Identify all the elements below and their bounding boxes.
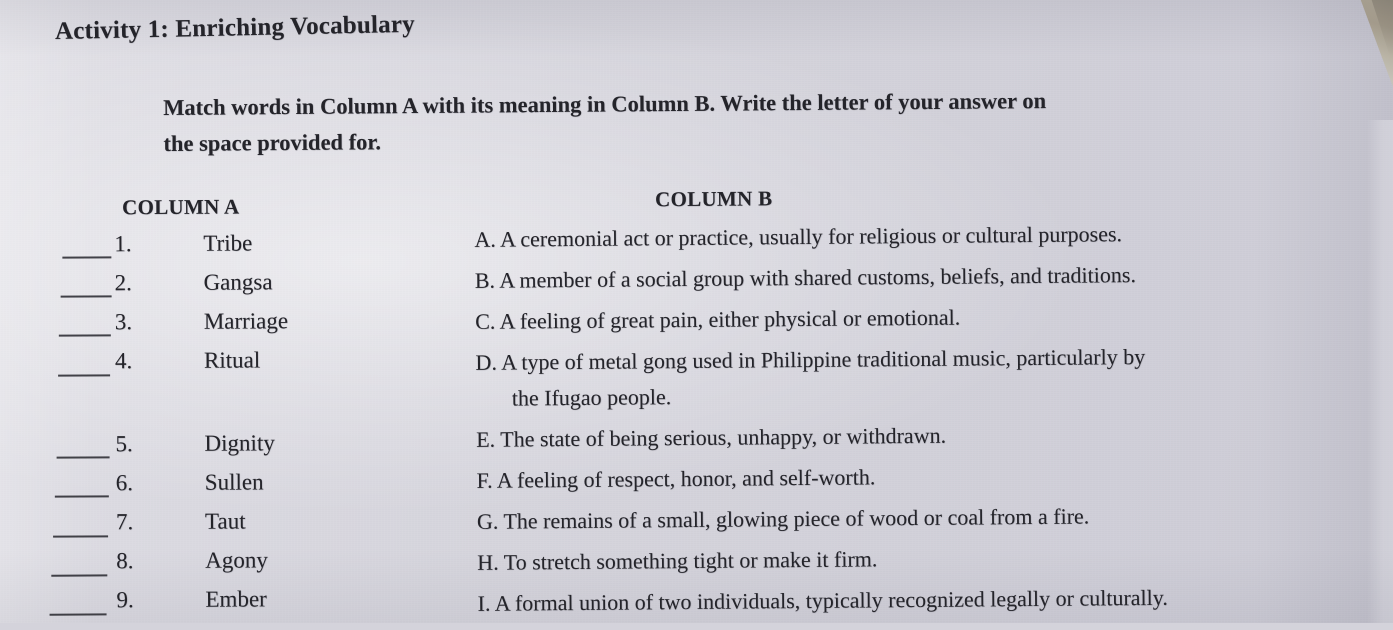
column-b-item: B. A member of a social group with share… (475, 255, 1390, 298)
vocabulary-word: Ritual (203, 347, 261, 373)
column-a-header: COLUMN A (121, 194, 240, 220)
definition-text: A feeling of respect, honor, and self-wo… (496, 463, 876, 493)
answer-blank-9[interactable] (49, 613, 107, 616)
column-a: COLUMN A 1. Tribe 2. Gangsa 3. Marriage 4. Ritu… (0, 193, 470, 616)
item-number: 4. (114, 348, 133, 374)
item-number: 7. (115, 509, 134, 535)
instructions-line-1: Match words in Column A with its meaning… (163, 88, 1047, 120)
item-number: 8. (116, 548, 134, 574)
definition-text: A formal union of two individuals, typic… (494, 584, 1168, 616)
item-number: 6. (115, 470, 134, 496)
answer-blank-1[interactable] (62, 256, 112, 259)
item-number: 1. (114, 231, 132, 257)
instructions-line-2: the space provided for. (163, 129, 382, 156)
column-b-item: I. A formal union of two individuals, ty… (477, 577, 1392, 620)
definition-text: The remains of a small, glowing piece of… (503, 503, 1090, 534)
column-a-item: 7. Taut (2, 507, 472, 549)
activity-heading: Activity 1: Enriching Vocabulary (54, 10, 416, 45)
definition-letter: G. (476, 508, 499, 534)
column-b: COLUMN B A. A ceremonial act or practice… (0, 181, 1393, 615)
item-number: 3. (114, 309, 133, 335)
column-a-list: 1. Tribe 2. Gangsa 3. Marriage 4. Ritual 5. Digni… (0, 229, 472, 627)
item-number: 5. (115, 431, 133, 457)
definition-letter: I. (477, 590, 491, 616)
definition-text: A feeling of great pain, either physical… (499, 304, 961, 334)
definition-text: A ceremonial act or practice, usually fo… (500, 221, 1123, 252)
column-a-item: 9. Ember (2, 585, 472, 627)
definition-letter: H. (477, 549, 499, 575)
answer-blank-7[interactable] (53, 535, 109, 538)
worksheet-content: Activity 1: Enriching Vocabulary Match w… (0, 0, 1393, 623)
definition-text: To stretch something tight or make it fi… (503, 545, 878, 575)
definition-text: A member of a social group with shared c… (499, 262, 1136, 293)
vocabulary-word: Gangsa (203, 269, 273, 295)
column-b-item: E. The state of being serious, unhappy, … (476, 413, 1391, 456)
definition-letter: C. (475, 308, 496, 334)
column-b-item: F. A feeling of respect, honor, and self… (476, 454, 1391, 497)
column-a-item: 4. Ritual (1, 346, 471, 388)
definition-letter: B. (474, 267, 496, 293)
column-a-item: 6. Sullen (2, 468, 472, 510)
item-number: 9. (116, 587, 134, 613)
definition-text: The state of being serious, unhappy, or … (500, 422, 947, 452)
column-a-item: 5. Dignity (1, 429, 471, 471)
vocabulary-word: Dignity (204, 430, 275, 456)
answer-blank-3[interactable] (58, 334, 111, 337)
vocabulary-word: Tribe (203, 230, 253, 256)
column-b-header: COLUMN B (654, 186, 773, 212)
column-b-item: D. A type of metal gong used in Philippi… (475, 337, 1391, 416)
vocabulary-word: Ember (205, 586, 267, 612)
column-b-item: A. A ceremonial act or practice, usually… (474, 214, 1389, 257)
definition-text: A type of metal gong used in Philippine … (501, 344, 1146, 375)
definition-letter: D. (475, 349, 497, 375)
vocabulary-word: Sullen (204, 469, 264, 495)
column-b-item: G. The remains of a small, glowing piece… (477, 495, 1392, 538)
vocabulary-word: Taut (204, 508, 246, 534)
definition-letter: F. (476, 467, 493, 493)
column-a-item: 1. Tribe (0, 229, 470, 271)
answer-blank-8[interactable] (51, 574, 108, 577)
column-b-item: H. To stretch something tight or make it… (477, 536, 1392, 579)
answer-blank-6[interactable] (54, 495, 109, 498)
instructions: Match words in Column A with its meaning… (163, 81, 1364, 162)
item-number: 2. (114, 270, 132, 296)
column-a-item: 3. Marriage (1, 307, 471, 349)
vocabulary-word: Agony (205, 547, 268, 573)
vocabulary-word: Marriage (203, 308, 289, 334)
answer-blank-4[interactable] (58, 374, 111, 377)
definition-letter: A. (474, 226, 496, 252)
answer-blank-2[interactable] (60, 295, 112, 298)
answer-blank-5[interactable] (56, 456, 110, 459)
column-a-item: 2. Gangsa (0, 268, 470, 310)
definition-continuation: the Ifugao people. (511, 383, 672, 411)
column-a-item: 8. Agony (2, 546, 472, 588)
definition-letter: E. (476, 426, 496, 452)
column-b-item: C. A feeling of great pain, either physi… (475, 296, 1390, 339)
column-b-list: A. A ceremonial act or practice, usually… (474, 214, 1392, 626)
